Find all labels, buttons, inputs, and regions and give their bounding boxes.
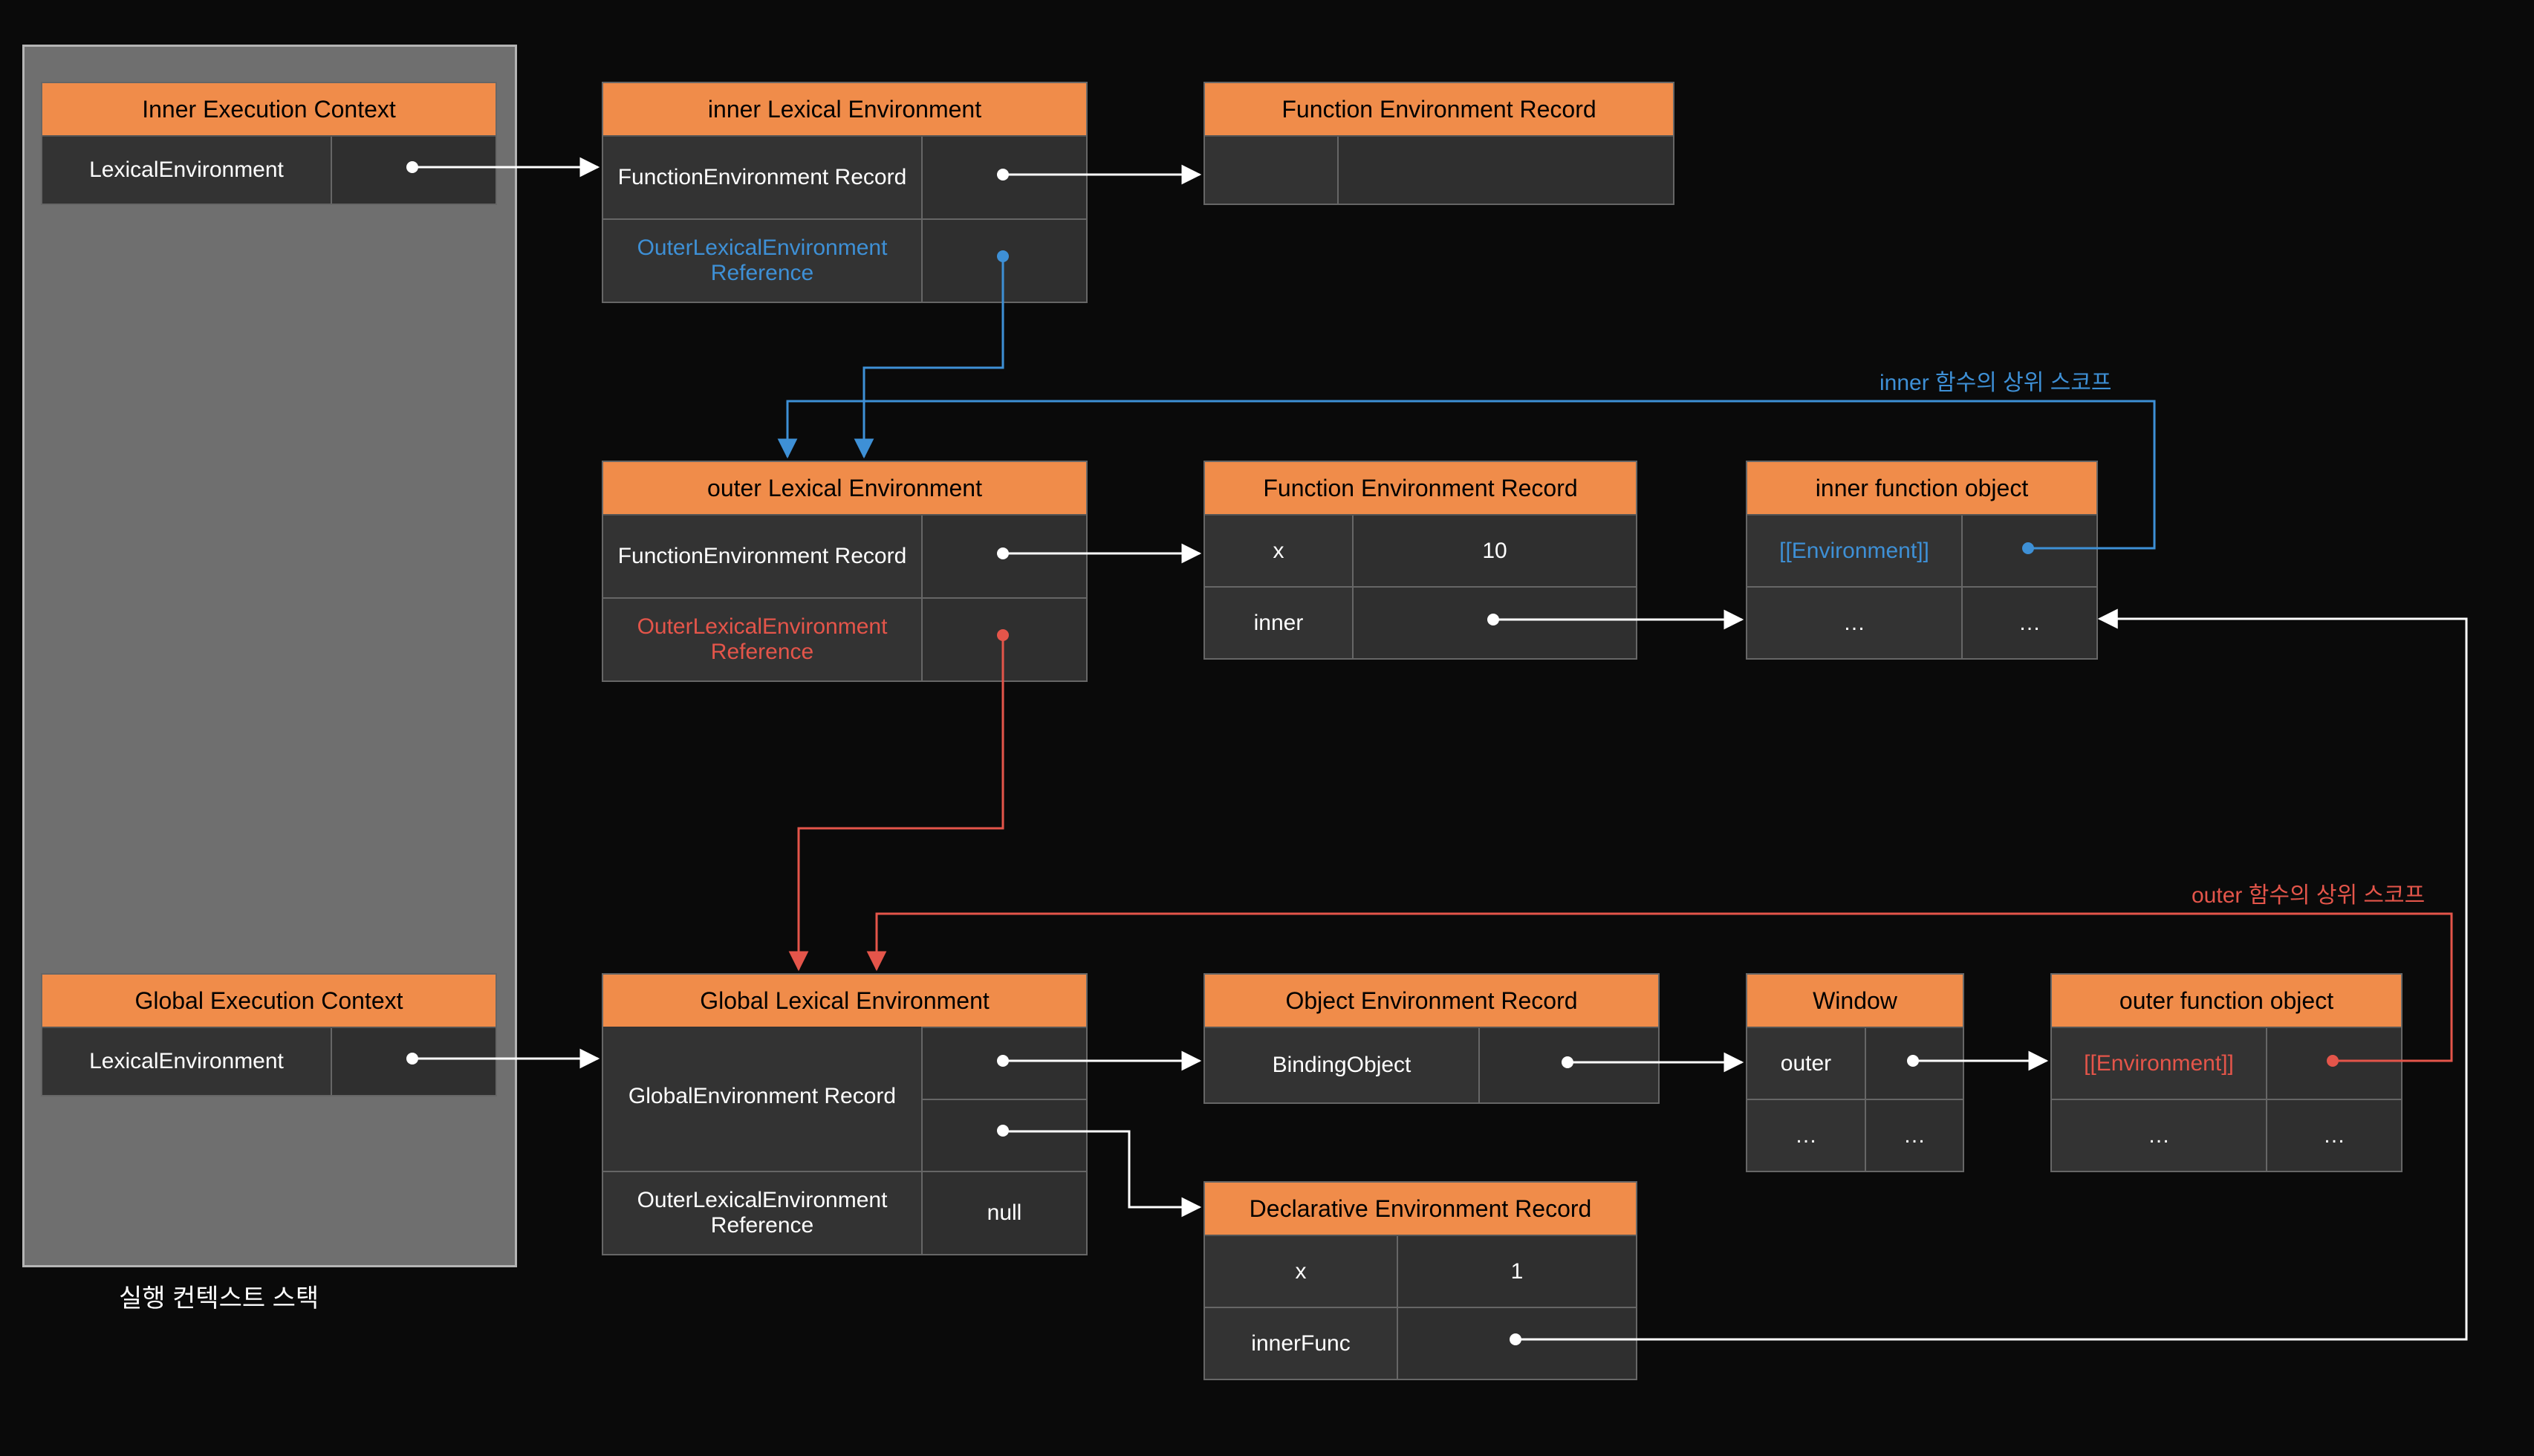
outer-lex-fer-label: FunctionEnvironment Record [603, 516, 923, 597]
declarative-environment-record: Declarative Environment Record x 1 inner… [1203, 1181, 1637, 1380]
inner-lex-title: inner Lexical Environment [603, 83, 1086, 137]
global-execution-context: Global Execution Context LexicalEnvironm… [41, 973, 497, 1096]
inner-fer-title: Function Environment Record [1205, 83, 1673, 137]
inner-fn-dots-left: … [1747, 588, 1963, 658]
legend-outer-scope: outer 함수의 상위 스코프 [2192, 877, 2425, 909]
dot-outer-lex-fer [997, 547, 1009, 559]
global-ctx-title: Global Execution Context [42, 975, 496, 1028]
global-lex-outer-ref-label: OuterLexicalEnvironment Reference [603, 1172, 923, 1254]
decl-er-x-label: x [1205, 1236, 1398, 1307]
outer-fer-inner-label: inner [1205, 588, 1354, 658]
inner-function-object: inner function object [[Environment]] … … [1746, 461, 2098, 660]
decl-er-title: Declarative Environment Record [1205, 1183, 1636, 1236]
window-title: Window [1747, 975, 1963, 1028]
inner-ctx-title: Inner Execution Context [42, 83, 496, 137]
inner-execution-context: Inner Execution Context LexicalEnvironme… [41, 82, 497, 205]
dot-obj-er-binding [1562, 1056, 1573, 1068]
global-lex-null: null [923, 1172, 1086, 1254]
dot-decl-innerfunc [1510, 1333, 1521, 1345]
decl-er-x-value: 1 [1398, 1236, 1636, 1307]
diagram-canvas: 실행 컨텍스트 스택 Inner Execution Context Lexic… [0, 0, 2534, 1456]
dot-outer-lex-outer [997, 629, 1009, 641]
dot-outer-fer-inner [1487, 614, 1499, 625]
inner-lex-fer-label: FunctionEnvironment Record [603, 137, 923, 218]
stack-label: 실행 컨텍스트 스택 [119, 1278, 319, 1314]
object-environment-record: Object Environment Record BindingObject [1203, 973, 1660, 1104]
obj-er-binding-label: BindingObject [1205, 1028, 1480, 1102]
dot-outer-fn-env [2327, 1055, 2339, 1067]
outer-fn-env-label: [[Environment]] [2052, 1028, 2267, 1099]
dot-inner-lex-outer [997, 250, 1009, 262]
inner-fer-cell-right [1339, 137, 1673, 204]
inner-fn-dots-right: … [1963, 588, 2096, 658]
outer-lexical-environment: outer Lexical Environment FunctionEnviro… [602, 461, 1088, 682]
outer-lex-outer-ref-label: OuterLexicalEnvironment Reference [603, 599, 923, 680]
outer-fn-title: outer function object [2052, 975, 2401, 1028]
inner-ctx-lexenv-label: LexicalEnvironment [42, 137, 332, 204]
inner-fn-title: inner function object [1747, 462, 2096, 516]
window-dots-left: … [1747, 1100, 1866, 1171]
inner-fn-env-label: [[Environment]] [1747, 516, 1963, 586]
outer-lex-title: outer Lexical Environment [603, 462, 1086, 516]
window-object: Window outer … … [1746, 973, 1964, 1172]
decl-er-innerfunc-label: innerFunc [1205, 1308, 1398, 1379]
dot-inner-fn-env [2022, 542, 2034, 554]
window-outer-label: outer [1747, 1028, 1866, 1099]
dot-global-lex-oer [997, 1055, 1009, 1067]
outer-fn-dots-right: … [2267, 1100, 2401, 1171]
global-ctx-lexenv-label: LexicalEnvironment [42, 1028, 332, 1095]
dot-global-ctx [406, 1053, 418, 1065]
dot-window-outer [1907, 1055, 1919, 1067]
dot-inner-ctx [406, 161, 418, 173]
legend-inner-scope: inner 함수의 상위 스코프 [1880, 364, 2112, 397]
global-lex-ger-merge: GlobalEnvironment Record [603, 1027, 923, 1166]
arrow-outer-outer-ref-to-global-lex [799, 635, 1003, 969]
inner-lexical-environment: inner Lexical Environment FunctionEnviro… [602, 82, 1088, 303]
dot-inner-lex-fer [997, 169, 1009, 181]
inner-function-environment-record: Function Environment Record [1203, 82, 1674, 205]
outer-fn-dots-left: … [2052, 1100, 2267, 1171]
outer-function-environment-record: Function Environment Record x 10 inner [1203, 461, 1637, 660]
inner-lex-outer-ref-label: OuterLexicalEnvironment Reference [603, 220, 923, 302]
outer-fer-x-value: 10 [1354, 516, 1636, 586]
global-lex-title: Global Lexical Environment [603, 975, 1086, 1028]
obj-er-title: Object Environment Record [1205, 975, 1658, 1028]
outer-function-object: outer function object [[Environment]] … … [2050, 973, 2403, 1172]
inner-fer-cell-left [1205, 137, 1339, 204]
outer-fer-title: Function Environment Record [1205, 462, 1636, 516]
outer-fer-x-label: x [1205, 516, 1354, 586]
dot-global-lex-der [997, 1125, 1009, 1137]
window-dots-right: … [1866, 1100, 1963, 1171]
